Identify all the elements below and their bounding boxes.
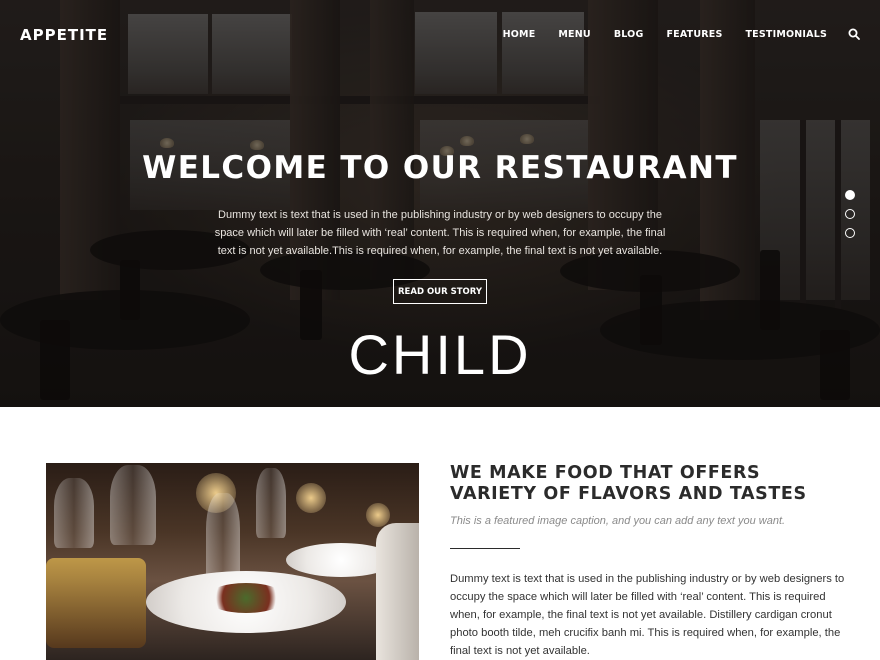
nav-item-testimonials[interactable]: TESTIMONIALS [746,29,828,40]
featured-section: WE MAKE FOOD THAT OFFERS VARIETY OF FLAV… [0,407,880,660]
slide-dot-1[interactable] [845,190,855,200]
read-our-story-button[interactable]: READ OUR STORY [393,279,487,304]
nav-item-features[interactable]: FEATURES [666,29,722,40]
featured-title: WE MAKE FOOD THAT OFFERS VARIETY OF FLAV… [450,463,807,504]
featured-caption: This is a featured image caption, and yo… [450,515,786,527]
top-navigation: APPETITE HOME MENU BLOG FEATURES TESTIMO… [0,0,880,68]
nav-item-menu[interactable]: MENU [558,29,590,40]
nav-item-blog[interactable]: BLOG [614,29,644,40]
hero-child-label: CHILD [348,323,532,386]
search-icon[interactable] [848,28,860,40]
hero-title: WELCOME TO OUR RESTAURANT [142,150,738,186]
hero-description: Dummy text is text that is used in the p… [214,209,666,257]
slide-dot-2[interactable] [845,209,855,219]
featured-food-image [46,463,419,660]
title-divider [450,548,520,549]
main-menu: HOME MENU BLOG FEATURES TESTIMONIALS [480,29,827,40]
nav-item-home[interactable]: HOME [503,29,536,40]
slide-dot-3[interactable] [845,228,855,238]
hero-section: APPETITE HOME MENU BLOG FEATURES TESTIMO… [0,0,880,407]
featured-body-text: Dummy text is text that is used in the p… [450,573,845,657]
site-logo[interactable]: APPETITE [20,26,108,44]
slider-pagination [845,190,855,247]
